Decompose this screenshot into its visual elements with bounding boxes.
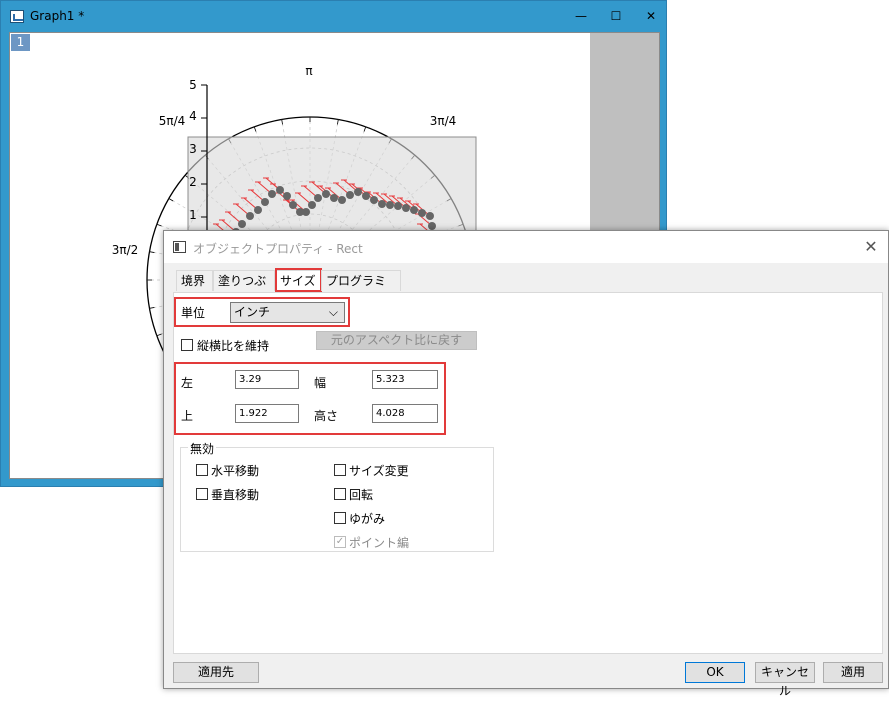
dialog-app-icon xyxy=(173,241,186,253)
height-label: 高さ xyxy=(314,409,339,423)
radius-tick-label: 1 xyxy=(189,208,197,222)
unit-label: 単位 xyxy=(181,306,206,320)
angle-label-pi: π xyxy=(305,64,312,78)
dialog-title: オブジェクトプロパティ - Rect xyxy=(193,242,363,256)
data-point xyxy=(276,186,284,194)
apply-button[interactable]: 適用 xyxy=(823,662,883,683)
layer-number-tag[interactable]: 1 xyxy=(11,34,30,51)
angle-label-3pi-2: 3π/2 xyxy=(112,243,139,257)
data-point xyxy=(330,194,338,202)
data-point xyxy=(289,201,297,209)
resize-label: サイズ変更 xyxy=(349,464,409,478)
width-input[interactable]: 5.323 xyxy=(372,370,438,389)
data-point xyxy=(410,206,418,214)
left-input[interactable]: 3.29 xyxy=(235,370,299,389)
chevron-down-icon: ⌵ xyxy=(328,305,338,319)
left-label: 左 xyxy=(181,376,194,390)
skew-checkbox[interactable] xyxy=(334,512,346,524)
point-edit-checkbox[interactable]: ✓ xyxy=(334,536,346,548)
rotate-checkbox[interactable] xyxy=(334,488,346,500)
vertical-move-label: 垂直移動 xyxy=(211,488,260,502)
resize-checkbox[interactable] xyxy=(334,464,346,476)
data-point xyxy=(394,202,402,210)
apply-to-button[interactable]: 適用先 xyxy=(173,662,259,683)
data-point xyxy=(246,212,254,220)
tab-fill[interactable]: 塗りつぶし xyxy=(213,270,275,309)
radius-tick-label: 4 xyxy=(189,109,197,123)
unit-select[interactable]: インチ ⌵ xyxy=(230,302,345,323)
tab-border[interactable]: 境界 xyxy=(176,270,213,291)
data-point xyxy=(362,192,370,200)
tab-programming[interactable]: プログラミング xyxy=(321,270,401,309)
width-label: 幅 xyxy=(314,376,327,390)
radius-tick-label: 5 xyxy=(189,78,197,92)
tab-size-highlight xyxy=(275,268,322,292)
skew-label: ゆがみ xyxy=(349,512,386,526)
dialog-close-icon[interactable]: ✕ xyxy=(858,235,884,259)
data-point xyxy=(238,220,246,228)
unit-select-value: インチ xyxy=(234,305,271,319)
horizontal-move-checkbox[interactable] xyxy=(196,464,208,476)
radius-tick-label: 2 xyxy=(189,175,197,189)
top-label: 上 xyxy=(181,409,194,423)
data-point xyxy=(268,190,276,198)
data-point xyxy=(308,201,316,209)
radius-tick-label: 3 xyxy=(189,142,197,156)
data-point xyxy=(283,192,291,200)
dialog-titlebar[interactable]: オブジェクトプロパティ - Rect ✕ xyxy=(164,231,888,263)
rotate-label: 回転 xyxy=(349,488,374,502)
angle-label-3pi-4: 3π/4 xyxy=(430,114,457,128)
keep-aspect-checkbox[interactable] xyxy=(181,339,193,351)
top-input[interactable]: 1.922 xyxy=(235,404,299,423)
data-point xyxy=(426,212,434,220)
horizontal-move-label: 水平移動 xyxy=(211,464,260,478)
data-point xyxy=(322,190,330,198)
data-point xyxy=(418,209,426,217)
vertical-move-checkbox[interactable] xyxy=(196,488,208,500)
data-point xyxy=(338,196,346,204)
data-point xyxy=(314,194,322,202)
ok-button[interactable]: OK xyxy=(685,662,745,683)
data-point xyxy=(254,206,262,214)
data-point xyxy=(261,198,269,206)
disabled-group-label: 無効 xyxy=(188,440,217,457)
data-point xyxy=(302,208,310,216)
height-input[interactable]: 4.028 xyxy=(372,404,438,423)
keep-aspect-label: 縦横比を維持 xyxy=(197,339,270,353)
data-point xyxy=(354,188,362,196)
restore-aspect-button[interactable]: 元のアスペクト比に戻す xyxy=(316,331,477,350)
data-point xyxy=(402,204,410,212)
cancel-button[interactable]: キャンセル xyxy=(755,662,815,698)
angle-label-5pi-4: 5π/4 xyxy=(159,114,186,128)
data-point xyxy=(370,196,378,204)
data-point xyxy=(378,200,386,208)
data-point xyxy=(386,201,394,209)
data-point xyxy=(428,222,436,230)
data-point xyxy=(346,191,354,199)
point-edit-label: ポイント編 xyxy=(349,536,410,550)
